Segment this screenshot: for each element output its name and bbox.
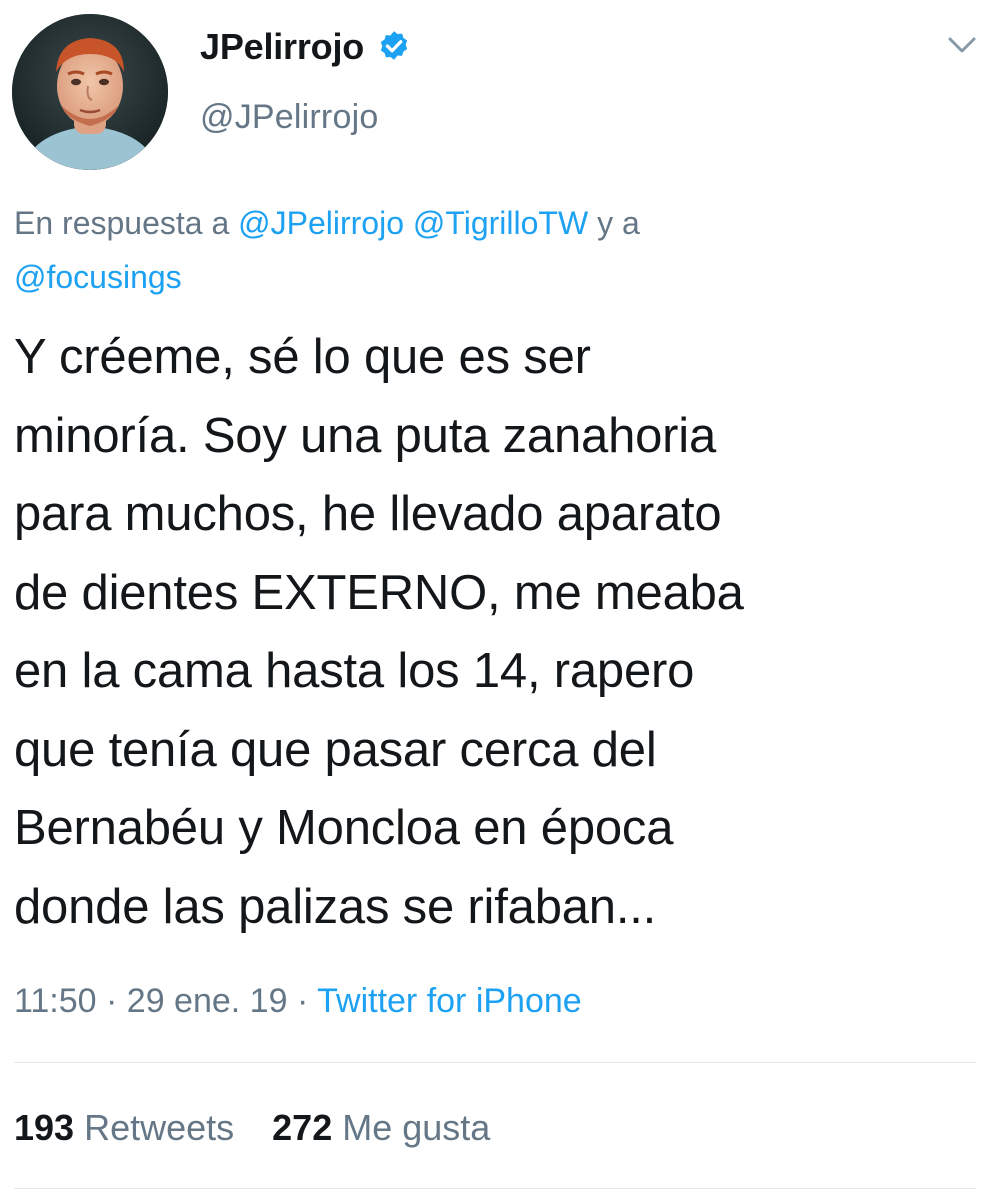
- retweets-count: 193: [14, 1107, 75, 1148]
- divider: [14, 1062, 976, 1063]
- tweet-metadata: 11:50 · 29 ene. 19 · Twitter for iPhone: [14, 978, 582, 1024]
- tweet-text-line: de dientes EXTERNO, me meaba: [14, 565, 744, 620]
- tweet-text-line: que tenía que pasar cerca del: [14, 722, 657, 777]
- tweet-source-link[interactable]: Twitter for iPhone: [317, 982, 582, 1020]
- divider: [14, 1188, 976, 1189]
- verified-badge-icon: [376, 29, 412, 65]
- retweets-label: Retweets: [84, 1107, 235, 1148]
- likes-stat[interactable]: 272 Me gusta: [272, 1104, 490, 1152]
- tweet-text-line: en la cama hasta los 14, rapero: [14, 644, 695, 698]
- tweet-text-line: para muchos, he llevado aparato: [14, 487, 722, 541]
- avatar-photo: [12, 14, 168, 170]
- likes-count: 272: [272, 1107, 333, 1148]
- chevron-down-icon[interactable]: [944, 30, 980, 60]
- tweet-time[interactable]: 11:50: [14, 982, 97, 1020]
- tweet-text-line: donde las palizas se rifaban...: [14, 879, 657, 934]
- author-avatar[interactable]: [12, 14, 168, 170]
- tweet-card: JPelirrojo @JPelirrojo En respuesta a @J…: [0, 0, 998, 1200]
- author-display-name[interactable]: JPelirrojo: [200, 26, 364, 68]
- retweets-stat[interactable]: 193 Retweets: [14, 1104, 234, 1152]
- tweet-text-line: minoría. Soy una puta zanahoria: [14, 408, 717, 463]
- tweet-text-line: Y créeme, sé lo que es ser: [14, 330, 591, 384]
- author-name-row[interactable]: JPelirrojo: [200, 22, 412, 72]
- reply-mention-focusings[interactable]: @focusings: [14, 259, 182, 295]
- author-handle[interactable]: @JPelirrojo: [200, 98, 378, 137]
- reply-mention-tigrillotw[interactable]: @TigrilloTW: [413, 205, 588, 241]
- likes-label: Me gusta: [342, 1107, 491, 1148]
- reply-connector: y a: [597, 205, 640, 241]
- meta-separator: ·: [296, 982, 309, 1020]
- reply-mention-jpelirrojo[interactable]: @JPelirrojo: [238, 205, 404, 241]
- reply-context: En respuesta a @JPelirrojo @TigrilloTW y…: [14, 196, 974, 304]
- tweet-date[interactable]: 29 ene. 19: [127, 982, 288, 1020]
- engagement-stats: 193 Retweets 272 Me gusta: [14, 1104, 490, 1152]
- tweet-text: Y créeme, sé lo que es ser minoría. Soy …: [14, 318, 986, 946]
- tweet-text-line: Bernabéu y Moncloa en época: [14, 801, 674, 855]
- reply-prefix: En respuesta a: [14, 205, 230, 241]
- meta-separator: ·: [106, 982, 118, 1020]
